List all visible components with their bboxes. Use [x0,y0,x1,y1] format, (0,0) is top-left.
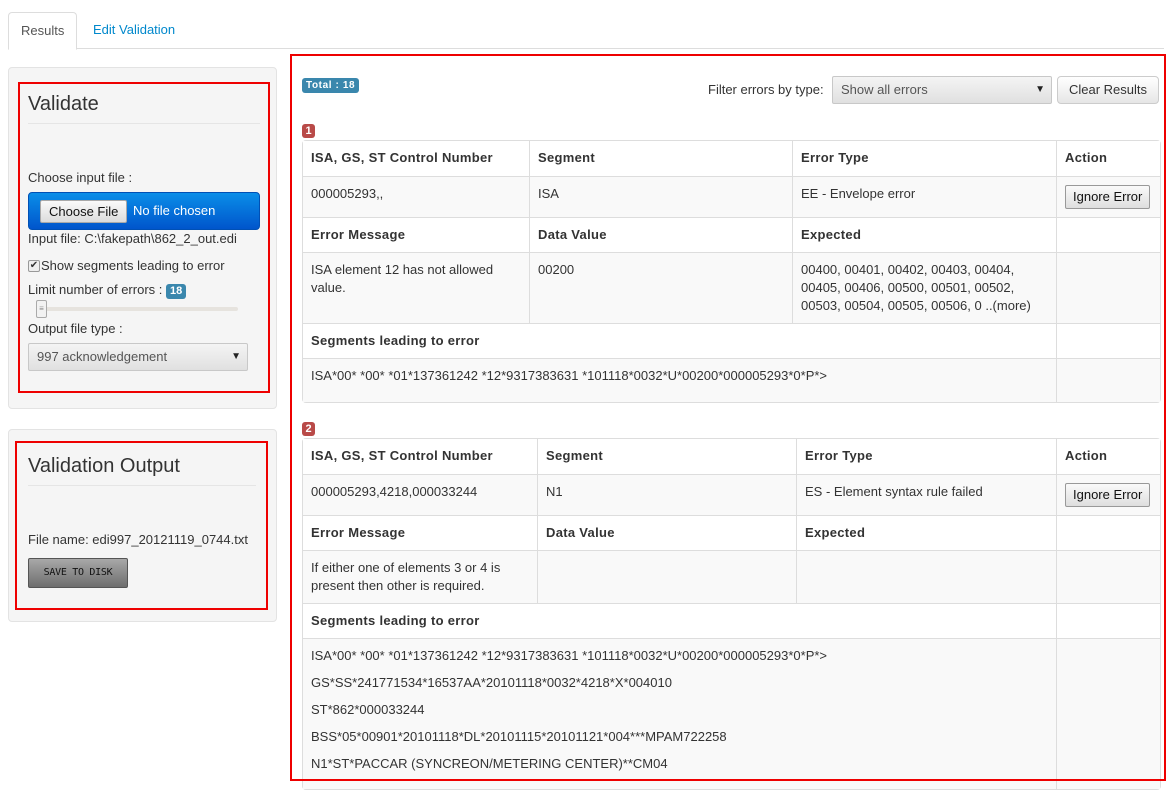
clear-results-button[interactable]: Clear Results [1057,76,1159,104]
validate-title: Validate [28,93,99,115]
empty-cell [1056,638,1160,789]
col-header-expected: Expected [792,217,1056,252]
error-type-cell: EE - Envelope error [792,176,1056,217]
error-table: ISA, GS, ST Control Number Segment Error… [302,140,1161,403]
segment-line: ISA*00* *00* *01*137361242 *12*931738363… [311,648,828,663]
control-number-cell: 000005293,, [303,176,529,217]
col-header-control-number: ISA, GS, ST Control Number [303,439,537,474]
col-header-expected: Expected [796,515,1056,550]
divider [28,485,256,486]
tab-results[interactable]: Results [8,12,78,50]
segment-line: ISA*00* *00* *01*137361242 *12*931738363… [311,368,828,383]
error-message-cell: ISA element 12 has not allowed value. [303,252,529,323]
col-header-data-value: Data Value [529,217,792,252]
output-type-label: Output file type : [28,321,123,336]
expected-cell: 00400, 00401, 00402, 00403, 00404, 00405… [792,252,1056,323]
col-header-control-number: ISA, GS, ST Control Number [303,141,529,176]
error-number-badge: 1 [302,124,315,138]
limit-errors-slider-handle[interactable]: ≡ [36,300,47,318]
expected-cell [796,550,1056,603]
data-value-cell: 00200 [529,252,792,323]
action-cell: Ignore Error [1056,474,1160,515]
input-file-text: Input file: C:\fakepath\862_2_out.edi [28,231,237,246]
error-table: ISA, GS, ST Control Number Segment Error… [302,438,1161,790]
empty-cell [1056,550,1160,603]
choose-file-button[interactable]: Choose File [40,200,128,223]
output-type-select[interactable]: 997 acknowledgement ▼ [28,343,248,371]
chevron-down-icon: ▼ [231,351,241,362]
segment-line: GS*SS*241771534*16537AA*20101118*0032*42… [311,675,672,690]
col-header-error-type: Error Type [796,439,1056,474]
segments-cell: ISA*00* *00* *01*137361242 *12*931738363… [303,358,1056,402]
error-number-badge: 2 [302,422,315,436]
limit-errors-slider-track[interactable] [36,307,238,311]
filter-label: Filter errors by type: [708,82,824,97]
segment-cell: ISA [529,176,792,217]
empty-cell [1056,252,1160,323]
error-type-cell: ES - Element syntax rule failed [796,474,1056,515]
col-header-error-message: Error Message [303,217,529,252]
col-header-action: Action [1056,141,1160,176]
grip-icon: ≡ [39,304,44,313]
divider [28,123,260,124]
validation-output-title: Validation Output [28,455,180,477]
tab-bar: Results Edit Validation [8,12,1164,50]
filter-errors-value: Show all errors [841,82,928,97]
ignore-error-button[interactable]: Ignore Error [1065,483,1151,507]
error-message-cell: If either one of elements 3 or 4 is pres… [303,550,537,603]
action-cell: Ignore Error [1056,176,1160,217]
col-header-segment: Segment [537,439,796,474]
checkmark-icon: ✔ [29,260,39,271]
file-status: No file chosen [133,203,216,218]
segment-cell: N1 [537,474,796,515]
file-input[interactable]: Choose File No file chosen [28,192,260,230]
col-header-segments-leading: Segments leading to error [303,603,1056,638]
limit-errors-badge: 18 [166,284,187,299]
empty-header-cell [1056,603,1160,638]
choose-input-label: Choose input file : [28,170,133,185]
limit-errors-label: Limit number of errors : 18 [28,282,187,299]
filter-errors-select[interactable]: Show all errors ▼ [832,76,1052,104]
output-type-value: 997 acknowledgement [37,349,168,364]
control-number-cell: 000005293,4218,000033244 [303,474,537,515]
output-file-name: File name: edi997_20121119_0744.txt [28,532,248,547]
segment-line: BSS*05*00901*20101118*DL*20101115*201011… [311,729,727,744]
empty-header-cell [1056,515,1160,550]
col-header-segments-leading: Segments leading to error [303,323,1056,358]
data-value-cell [537,550,796,603]
col-header-action: Action [1056,439,1160,474]
total-badge: Total : 18 [302,78,360,93]
limit-errors-text: Limit number of errors : [28,282,163,297]
col-header-error-type: Error Type [792,141,1056,176]
col-header-segment: Segment [529,141,792,176]
segment-line: ST*862*000033244 [311,702,425,717]
ignore-error-button[interactable]: Ignore Error [1065,185,1151,209]
col-header-error-message: Error Message [303,515,537,550]
save-to-disk-button[interactable]: SAVE TO DISK [28,558,128,588]
segments-cell: ISA*00* *00* *01*137361242 *12*931738363… [303,638,1056,789]
col-header-data-value: Data Value [537,515,796,550]
tab-edit-validation[interactable]: Edit Validation [81,12,187,49]
show-segments-checkbox[interactable]: ✔ [28,260,40,272]
empty-header-cell [1056,323,1160,358]
segment-line: N1*ST*PACCAR (SYNCREON/METERING CENTER)*… [311,756,668,771]
show-segments-label: Show segments leading to error [41,258,225,273]
chevron-down-icon: ▼ [1035,84,1045,95]
empty-header-cell [1056,217,1160,252]
empty-cell [1056,358,1160,402]
